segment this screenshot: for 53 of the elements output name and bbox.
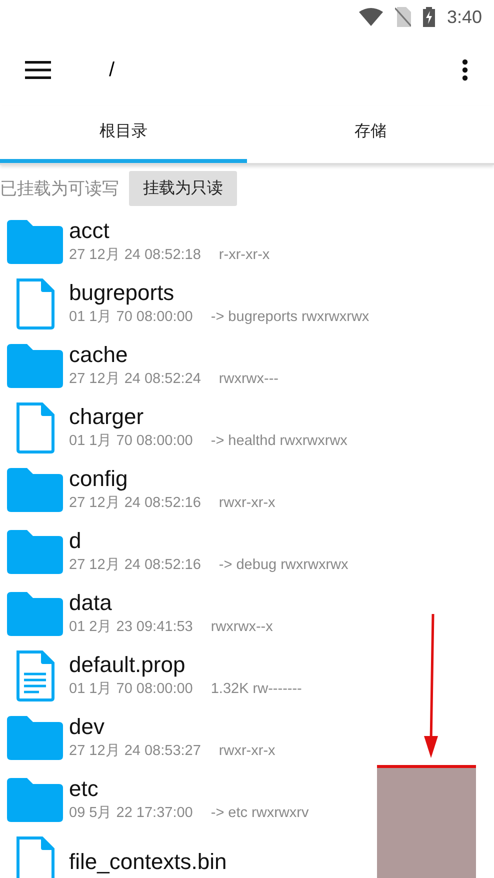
file-date: 01 1月 70 08:00:00 — [69, 432, 193, 451]
file-name[interactable]: charger — [69, 404, 440, 430]
text-file-icon — [14, 650, 54, 702]
file-info: -> healthd rwxrwxrwx — [210, 432, 348, 451]
file-date: 01 2月 23 09:41:53 — [69, 618, 193, 637]
file-info: rwxr-xr-x — [218, 742, 276, 761]
file-date: 09 5月 22 17:37:00 — [69, 804, 193, 823]
file-name[interactable]: etc — [69, 776, 356, 802]
file-info: rwxrwx--- — [218, 370, 279, 389]
file-name[interactable]: default.prop — [69, 652, 436, 678]
mount-status: 已挂载为可读写 — [0, 178, 119, 200]
file-icon — [14, 402, 54, 454]
status-time: 3:40 — [446, 6, 482, 28]
file-name[interactable]: cache — [69, 342, 356, 368]
folder-icon — [6, 344, 62, 388]
file-name[interactable]: dev — [69, 714, 329, 740]
mount-read-only-button[interactable]: 挂载为只读 — [129, 170, 237, 206]
wifi-icon — [358, 8, 383, 26]
file-info: r-xr-xr-x — [218, 246, 270, 265]
folder-icon — [6, 592, 62, 636]
more-options-icon[interactable] — [462, 59, 468, 81]
no-sim-icon — [394, 7, 411, 27]
file-info: rwxrwx--x — [210, 618, 273, 637]
file-date: 27 12月 24 08:52:16 — [69, 494, 201, 513]
file-date: 27 12月 24 08:52:24 — [69, 370, 201, 389]
file-info: -> debug rwxrwxrwx — [218, 556, 348, 575]
file-date: 01 1月 70 08:00:00 — [69, 680, 193, 699]
file-icon — [14, 278, 54, 330]
file-info: -> bugreports rwxrwxrwx — [210, 308, 370, 327]
file-info: 1.32K rw------- — [210, 680, 302, 699]
file-date: 27 12月 24 08:53:27 — [69, 742, 201, 761]
folder-icon — [6, 530, 62, 574]
file-name[interactable]: file_contexts.bin — [69, 849, 227, 875]
file-name[interactable]: config — [69, 466, 352, 492]
tab[interactable]: 根目录 — [0, 106, 247, 163]
folder-icon — [6, 220, 62, 264]
file-info: -> etc rwxrwxrv — [210, 804, 309, 823]
file-info: rwxr-xr-x — [218, 494, 276, 513]
file-icon — [14, 836, 54, 878]
folder-icon — [6, 716, 62, 760]
file-name[interactable]: bugreports — [69, 280, 492, 306]
file-date: 27 12月 24 08:52:18 — [69, 246, 201, 265]
file-name[interactable]: data — [69, 590, 334, 616]
file-date: 01 1月 70 08:00:00 — [69, 308, 193, 327]
menu-icon[interactable] — [25, 61, 51, 79]
file-name[interactable]: d — [69, 528, 378, 554]
folder-icon — [6, 468, 62, 512]
battery-charging-icon — [422, 7, 435, 27]
file-date: 27 12月 24 08:52:16 — [69, 556, 201, 575]
tab[interactable]: 存储 — [247, 106, 494, 163]
path-title: / — [109, 58, 116, 82]
file-name[interactable]: acct — [69, 218, 328, 244]
folder-icon — [6, 778, 62, 822]
